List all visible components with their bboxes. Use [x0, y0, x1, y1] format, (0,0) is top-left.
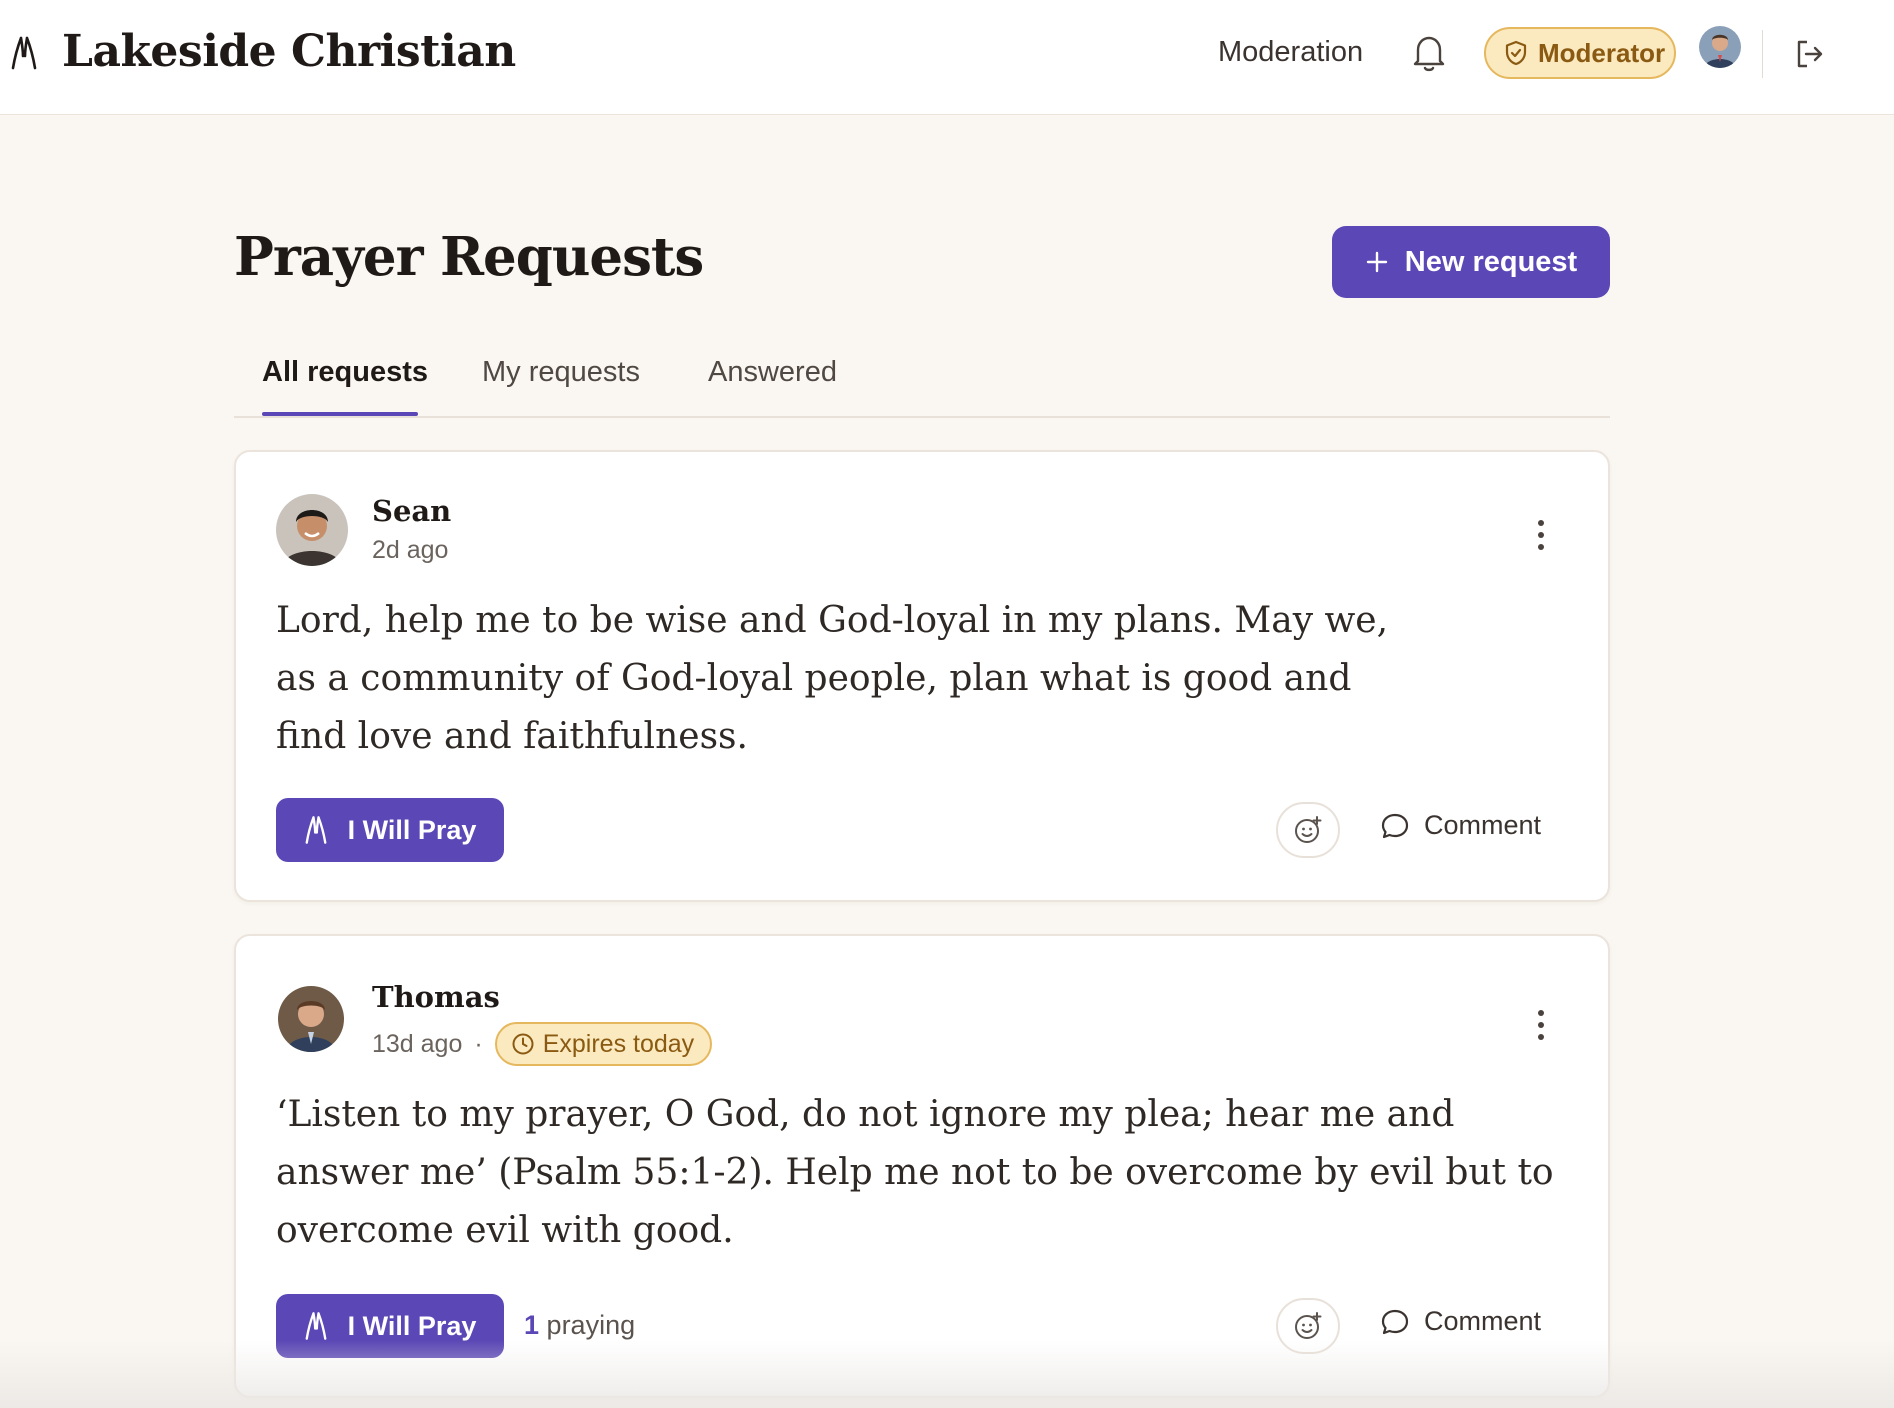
praying-count[interactable]: 1 praying [524, 1310, 635, 1341]
page-title: Prayer Requests [234, 226, 704, 288]
smiley-plus-icon [1295, 816, 1322, 843]
shield-icon [1505, 40, 1527, 66]
praying-count-number: 1 [524, 1310, 540, 1340]
prayer-request-card: Thomas 13d ago · Expires today ‘Listen t… [234, 934, 1610, 1398]
tab-answered[interactable]: Answered [708, 356, 837, 389]
i-will-pray-button[interactable]: I Will Pray [276, 798, 504, 862]
moderator-badge-label: Moderator [1538, 37, 1666, 68]
add-reaction-button[interactable] [1276, 802, 1340, 858]
praying-hands-icon [305, 1312, 327, 1340]
praying-hands-icon [305, 816, 327, 844]
request-text: Lord, help me to be wise and God-loyal i… [276, 600, 1389, 757]
author-avatar[interactable] [276, 494, 348, 566]
meta-separator: · [474, 1029, 483, 1058]
top-navigation-bar: Lakeside Christian Moderation Moderator [0, 0, 1894, 115]
comment-button[interactable]: Comment [1380, 810, 1541, 841]
plus-icon [1366, 251, 1387, 273]
author-name[interactable]: Sean [372, 494, 451, 528]
smiley-plus-icon [1295, 1312, 1322, 1339]
comment-bubble-icon [1381, 813, 1409, 838]
post-time: 2d ago [372, 536, 449, 564]
logout-icon[interactable] [1794, 38, 1826, 70]
prayer-request-card: Sean 2d ago Lord, help me to be wise and… [234, 450, 1610, 902]
user-avatar[interactable] [1699, 26, 1741, 68]
header-divider [1762, 30, 1763, 78]
comment-label: Comment [1424, 1306, 1542, 1336]
post-meta: 2d ago [372, 536, 448, 565]
pray-button-label: I Will Pray [347, 814, 477, 845]
brand-name[interactable]: Lakeside Christian [62, 26, 516, 77]
comment-bubble-icon [1381, 1309, 1409, 1334]
new-request-button[interactable]: New request [1332, 226, 1610, 298]
more-options-icon[interactable] [1536, 1008, 1546, 1042]
active-tab-indicator [262, 412, 418, 416]
author-avatar[interactable] [278, 986, 344, 1052]
nav-moderation-link[interactable]: Moderation [1218, 36, 1363, 69]
post-time: 13d ago [372, 1029, 463, 1058]
praying-hands-icon [11, 36, 37, 70]
tab-all-requests[interactable]: All requests [262, 356, 428, 389]
bell-icon[interactable] [1412, 33, 1446, 73]
scroll-fade-overlay [0, 1340, 1894, 1408]
comment-label: Comment [1424, 810, 1542, 840]
clock-icon [512, 1033, 534, 1055]
new-request-label: New request [1404, 245, 1578, 278]
request-text: ‘Listen to my prayer, O God, do not igno… [276, 1094, 1554, 1251]
comment-button[interactable]: Comment [1380, 1306, 1541, 1337]
author-name[interactable]: Thomas [372, 980, 500, 1014]
tab-my-requests[interactable]: My requests [482, 356, 640, 389]
pray-button-label: I Will Pray [347, 1310, 477, 1341]
request-tabs: All requests My requests Answered [234, 350, 1610, 418]
moderator-role-badge[interactable]: Moderator [1484, 27, 1676, 79]
post-meta: 13d ago · Expires today [372, 1022, 713, 1066]
expires-label: Expires today [542, 1029, 695, 1058]
praying-count-label: praying [546, 1310, 636, 1340]
more-options-icon[interactable] [1536, 518, 1546, 552]
expires-badge: Expires today [494, 1022, 713, 1066]
